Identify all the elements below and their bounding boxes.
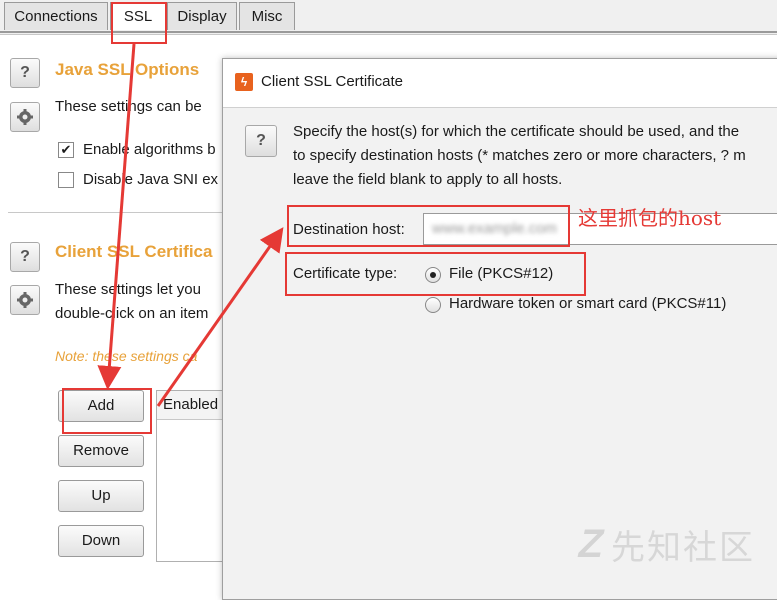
annotation-host-note: 这里抓包的host [578, 206, 722, 230]
watermark: Z 先知社区 [574, 520, 755, 569]
arrow-add-to-destination [156, 227, 284, 407]
watermark-logo-icon: Z [573, 522, 608, 566]
annotation-arrows [97, 43, 284, 407]
arrow-ssl-to-add [97, 43, 136, 390]
watermark-text: 先知社区 [611, 528, 755, 568]
